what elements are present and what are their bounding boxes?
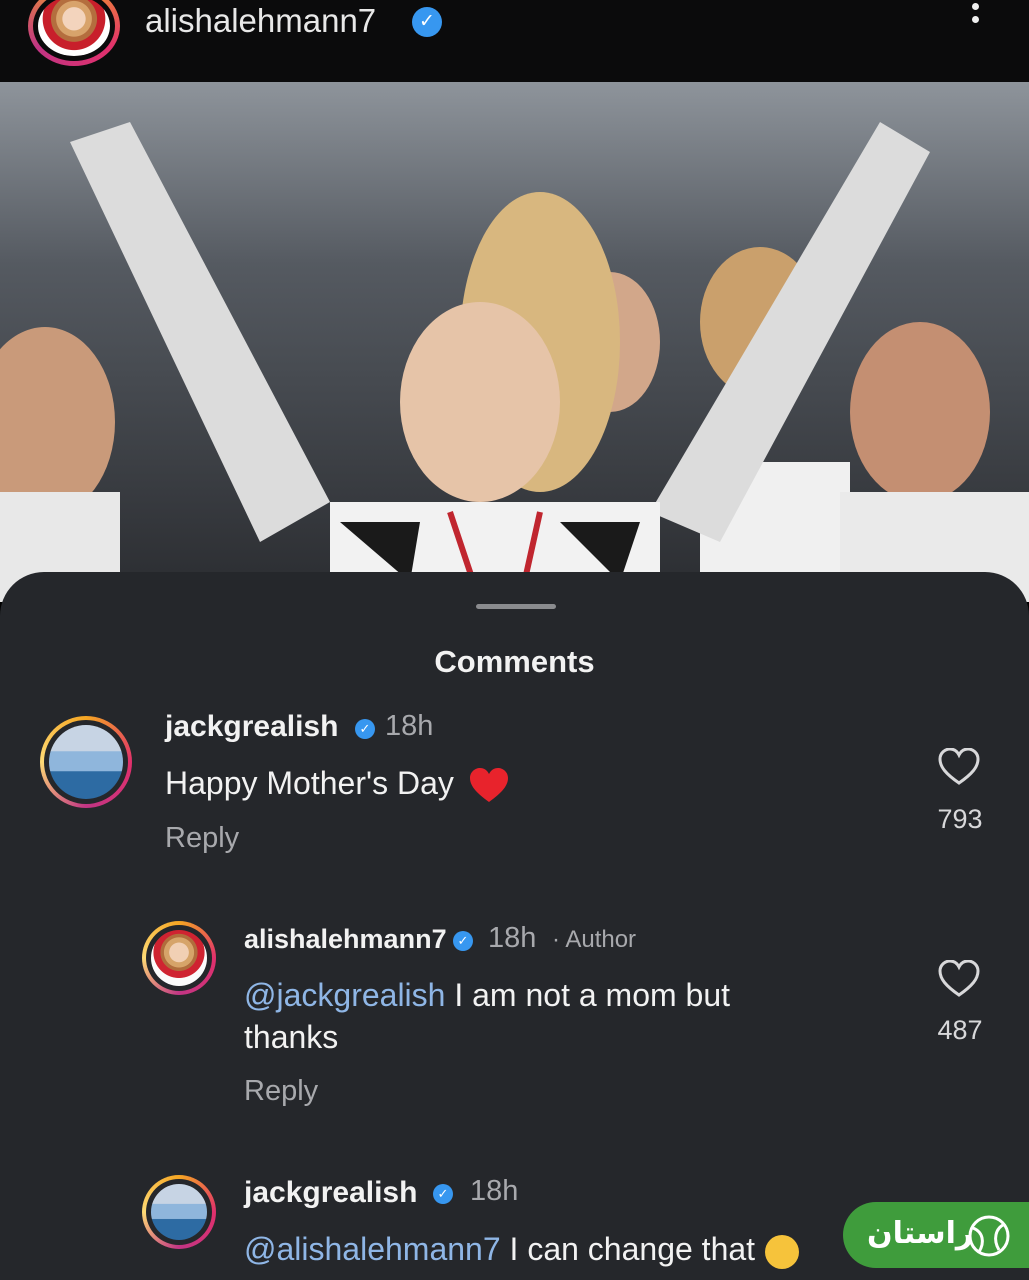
like-heart-icon[interactable]	[938, 748, 980, 786]
verified-badge-icon: ✓	[355, 719, 375, 739]
photo-illustration	[0, 82, 1029, 602]
comment-time: 18h	[385, 710, 434, 742]
mention-link[interactable]: @jackgrealish	[244, 977, 445, 1013]
sheet-title: Comments	[434, 644, 595, 679]
profile-avatar[interactable]	[28, 0, 120, 66]
tennis-ball-logo-icon	[968, 1215, 1010, 1257]
profile-header: alishalehmann7 ✓	[0, 0, 1029, 82]
comment-username[interactable]: alishalehmann7	[244, 924, 447, 955]
profile-username[interactable]: alishalehmann7	[145, 2, 376, 40]
verified-badge-icon: ✓	[433, 1184, 453, 1204]
reply-button[interactable]: Reply	[244, 1075, 318, 1108]
like-heart-icon[interactable]	[938, 960, 980, 998]
verified-badge-icon: ✓	[412, 7, 442, 37]
verified-badge-icon: ✓	[453, 931, 473, 951]
mention-link[interactable]: @alishalehmann7	[244, 1231, 501, 1267]
watermark-badge: راستان	[843, 1202, 1029, 1268]
commenter-avatar[interactable]	[40, 716, 132, 808]
author-tag: · Author	[552, 926, 637, 953]
more-options-icon[interactable]	[962, 0, 988, 42]
drag-handle[interactable]	[476, 604, 556, 609]
comment-time: 18h	[488, 922, 537, 954]
red-heart-emoji-icon	[469, 767, 508, 802]
comment-text: @jackgrealish I am not a mom but thanks	[244, 974, 884, 1058]
comment-body: I can change that	[500, 1231, 756, 1267]
watermark-text: راستان	[867, 1216, 974, 1251]
post-photo	[0, 82, 1029, 602]
comment-body-line2: thanks	[244, 1019, 339, 1055]
comment-body: I am not a mom but	[445, 977, 731, 1013]
like-count: 793	[937, 804, 983, 834]
winking-face-emoji-icon	[765, 1234, 800, 1269]
comment-text: @alishalehmann7 I can change that	[244, 1228, 884, 1270]
commenter-avatar[interactable]	[142, 1175, 216, 1249]
like-count: 487	[937, 1015, 983, 1045]
comment-text: Happy Mother's Day	[165, 762, 509, 804]
reply-button[interactable]: Reply	[165, 822, 239, 855]
commenter-avatar[interactable]	[142, 921, 216, 995]
comment-body: Happy Mother's Day	[165, 765, 454, 801]
comment-username[interactable]: jackgrealish	[165, 710, 338, 744]
comment-time: 18h	[470, 1175, 519, 1207]
comments-sheet: Comments jackgrealish ✓ 18h Happy Mother…	[0, 572, 1029, 1280]
comment-username[interactable]: jackgrealish	[244, 1176, 417, 1210]
